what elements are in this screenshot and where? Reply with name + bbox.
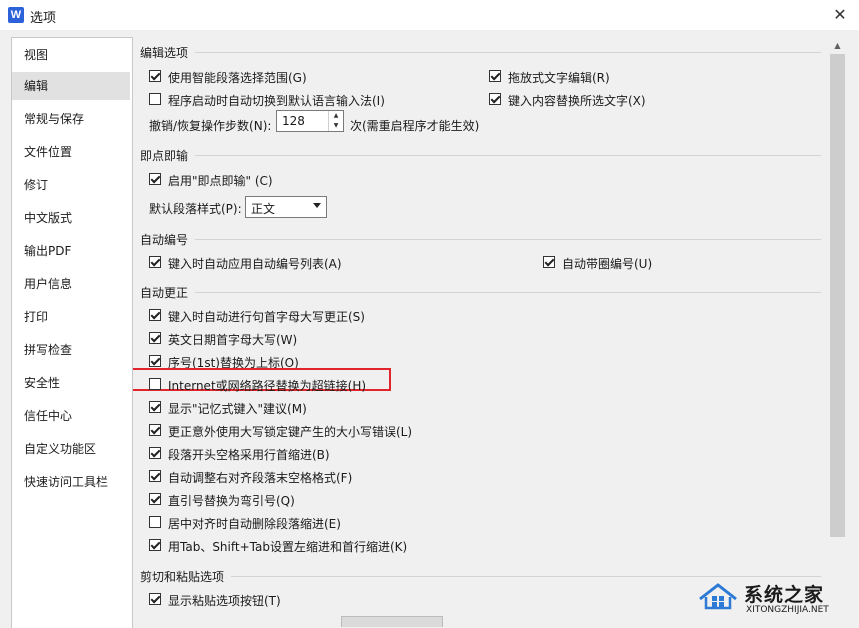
checkbox-label: Internet或网络路径替换为超链接(H) [168, 379, 367, 393]
default-paragraph-style-select[interactable]: 正文 [245, 196, 327, 218]
scroll-up-icon[interactable]: ▲ [829, 37, 846, 54]
edit-options-panel: 编辑选项 使用智能段落选择范围(G) 拖放式文字编辑(R) 程序启动时自动切换到… [133, 37, 829, 627]
checkbox-box [149, 539, 161, 551]
sidebar-item-revision[interactable]: 修订 [12, 171, 130, 199]
checkbox-box [149, 401, 161, 413]
checkbox-label: 自动带圈编号(U) [562, 257, 653, 271]
window-title: 选项 [30, 11, 57, 26]
spin-up-icon[interactable]: ▲ [329, 111, 343, 121]
checkbox-box [149, 516, 161, 528]
scrollbar-thumb[interactable] [830, 54, 845, 537]
checkbox-label: 用Tab、Shift+Tab设置左缩进和首行缩进(K) [168, 540, 408, 554]
checkbox-box [149, 70, 161, 82]
selected-style: 正文 [251, 202, 276, 216]
sidebar-item-edit[interactable]: 编辑 [12, 72, 130, 100]
checkbox-label: 自动调整右对齐段落末空格格式(F) [168, 471, 353, 485]
sidebar-item-chinese-layout[interactable]: 中文版式 [12, 204, 130, 232]
checkbox-label: 更正意外使用大写锁定键产生的大小写错误(L) [168, 425, 413, 439]
group-title-edit-options: 编辑选项 [140, 46, 189, 60]
checkbox-label: 直引号替换为弯引号(Q) [168, 494, 295, 508]
sidebar-item-customize-ribbon[interactable]: 自定义功能区 [12, 435, 130, 463]
checkbox-label: 显示"记忆式键入"建议(M) [168, 402, 307, 416]
checkbox-label: 键入时自动进行句首字母大写更正(S) [168, 310, 365, 324]
spin-down-icon[interactable]: ▼ [329, 121, 343, 131]
options-sidebar: 视图 编辑 常规与保存 文件位置 修订 中文版式 输出PDF 用户信息 打印 拼… [11, 37, 133, 628]
watermark-title: 系统之家 [744, 584, 825, 606]
checkbox-label: 键入时自动应用自动编号列表(A) [168, 257, 342, 271]
sidebar-item-output-pdf[interactable]: 输出PDF [12, 237, 130, 265]
checkbox-box [149, 256, 161, 268]
checkbox-box [543, 256, 555, 268]
undo-steps-spinner[interactable]: 128 ▲ ▼ [276, 110, 344, 132]
group-title-click-and-type: 即点即输 [140, 149, 189, 163]
sidebar-item-spell-check[interactable]: 拼写检查 [12, 336, 130, 364]
checkbox-label: 程序启动时自动切换到默认语言输入法(I) [168, 94, 385, 108]
group-divider [195, 52, 821, 53]
checkbox-label: 英文日期首字母大写(W) [168, 333, 298, 347]
checkbox-label: 拖放式文字编辑(R) [508, 71, 610, 85]
sidebar-item-user-info[interactable]: 用户信息 [12, 270, 130, 298]
sidebar-item-print[interactable]: 打印 [12, 303, 130, 331]
watermark-url: XITONGZHIJIA.NET [746, 605, 829, 615]
checkbox-box [149, 424, 161, 436]
chevron-down-icon [313, 203, 321, 208]
undo-steps-value: 128 [282, 114, 305, 128]
checkbox-box [149, 309, 161, 321]
checkbox-label: 段落开头空格采用行首缩进(B) [168, 448, 330, 462]
checkbox-label: 居中对齐时自动删除段落缩进(E) [168, 517, 341, 531]
group-divider [195, 155, 821, 156]
checkbox-label: 键入内容替换所选文字(X) [508, 94, 646, 108]
vertical-scrollbar[interactable]: ▲ [829, 37, 846, 627]
checkbox-box [149, 173, 161, 185]
default-paragraph-style-label: 默认段落样式(P): [149, 202, 242, 216]
title-bar: W 选项 ✕ [0, 0, 859, 30]
house-logo-icon [699, 583, 737, 610]
group-title-cut-paste: 剪切和粘贴选项 [140, 570, 225, 584]
partial-hidden-control [341, 616, 443, 627]
checkbox-label: 启用"即点即输" (C) [168, 174, 273, 188]
checkbox-box [489, 93, 501, 105]
close-button[interactable]: ✕ [829, 4, 851, 26]
undo-steps-label: 撤销/恢复操作步数(N): [149, 119, 272, 133]
checkbox-label: 使用智能段落选择范围(G) [168, 71, 307, 85]
site-watermark: 系统之家 XITONGZHIJIA.NET [688, 577, 854, 623]
close-icon: ✕ [833, 5, 847, 24]
checkbox-box [149, 493, 161, 505]
checkbox-box [149, 355, 161, 367]
sidebar-item-security[interactable]: 安全性 [12, 369, 130, 397]
checkbox-box [149, 593, 161, 605]
checkbox-box [489, 70, 501, 82]
sidebar-item-quick-access-toolbar[interactable]: 快速访问工具栏 [12, 468, 130, 496]
group-divider [195, 239, 821, 240]
wps-app-icon: W [8, 7, 24, 23]
group-title-auto-numbering: 自动编号 [140, 233, 189, 247]
sidebar-item-view[interactable]: 视图 [12, 41, 130, 69]
spinner-buttons: ▲ ▼ [328, 111, 343, 131]
checkbox-box [149, 470, 161, 482]
undo-steps-hint: 次(需重启程序才能生效) [350, 119, 480, 133]
checkbox-box [149, 378, 161, 390]
checkbox-box [149, 93, 161, 105]
sidebar-item-trust-center[interactable]: 信任中心 [12, 402, 130, 430]
checkbox-box [149, 332, 161, 344]
group-divider [195, 292, 821, 293]
group-title-auto-correct: 自动更正 [140, 286, 189, 300]
sidebar-item-file-location[interactable]: 文件位置 [12, 138, 130, 166]
checkbox-label: 显示粘贴选项按钮(T) [168, 594, 281, 608]
checkbox-box [149, 447, 161, 459]
sidebar-item-general-save[interactable]: 常规与保存 [12, 105, 130, 133]
